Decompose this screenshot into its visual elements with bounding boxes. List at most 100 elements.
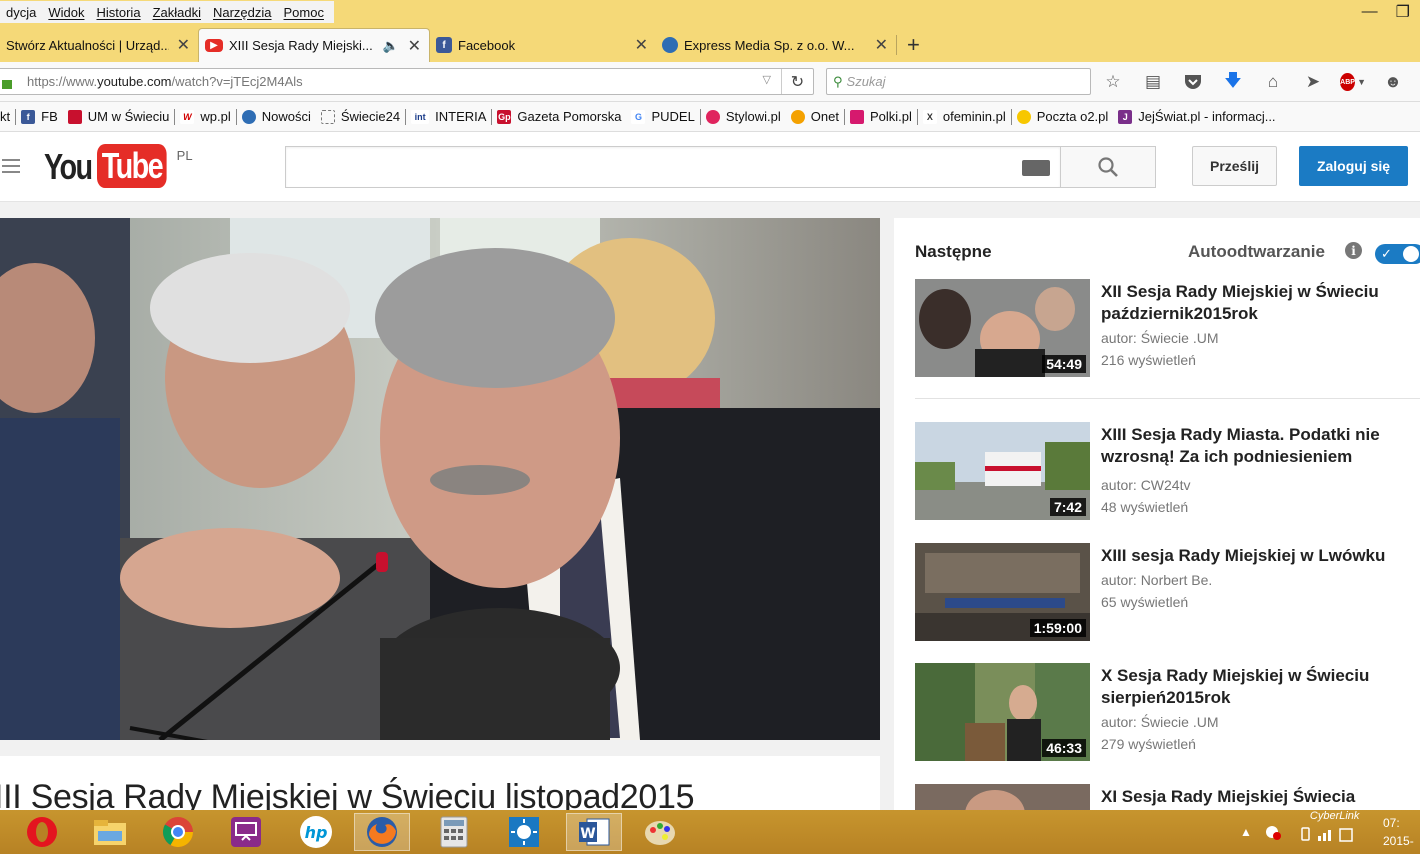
adblock-icon[interactable]: ABP ▼ — [1340, 70, 1366, 94]
bookmark-gazeta-pomorska[interactable]: Gp Gazeta Pomorska — [492, 109, 626, 124]
menu-icon[interactable] — [2, 159, 20, 177]
bookmark-interia[interactable]: int INTERIA — [406, 109, 491, 124]
video-thumbnail[interactable] — [915, 784, 1090, 810]
menu-help[interactable]: Pomoc — [278, 5, 330, 20]
tab-youtube-video[interactable]: ▶ XIII Sesja Rady Miejski... 🔈 ✕ — [198, 28, 430, 62]
bookmark-fb[interactable]: f FB — [16, 109, 63, 124]
youtube-search-input[interactable] — [285, 146, 1061, 188]
send-icon[interactable]: ➤ — [1300, 70, 1326, 94]
upload-button[interactable]: Prześlij — [1192, 146, 1277, 186]
bookmark-pudel[interactable]: G PUDEL — [626, 109, 699, 124]
video-title: III Sesja Rady Miejskiej w Świeciu listo… — [0, 778, 695, 810]
tab-aktualnosci[interactable]: Stwórz Aktualności | Urząd... ✕ — [0, 28, 198, 62]
calculator-icon[interactable] — [426, 813, 482, 851]
browser-search-input[interactable]: ⚲ Szukaj — [826, 68, 1091, 95]
related-video-views: 65 wyświetleń — [1101, 594, 1189, 610]
video-thumbnail[interactable]: 7:42 — [915, 422, 1090, 520]
bookmark-wp[interactable]: Wwp.pl — [175, 109, 235, 124]
search-engine-icon[interactable]: ⚲ — [833, 74, 843, 90]
video-player[interactable] — [0, 218, 880, 740]
related-video-author: autor: Świecie .UM — [1101, 714, 1219, 730]
video-thumbnail[interactable]: 54:49 — [915, 279, 1090, 377]
tab-label: Express Media Sp. z o.o. W... — [684, 37, 855, 53]
crest-icon — [67, 109, 82, 124]
bookmark-nowosci[interactable]: Nowości — [237, 109, 316, 124]
bookmark-jejswiat[interactable]: J JejŚwiat.pl - informacj... — [1113, 109, 1280, 124]
related-video-5[interactable]: XI Sesja Rady Miejskiej Świecia — [915, 784, 1420, 810]
weather-icon[interactable] — [496, 813, 552, 851]
autoplay-toggle[interactable]: ✓ — [1375, 244, 1420, 264]
related-video-1[interactable]: 54:49 XII Sesja Rady Miejskiej w Świeciu… — [915, 279, 1420, 379]
minimize-icon[interactable]: — — [1362, 3, 1378, 21]
sign-in-button[interactable]: Zaloguj się — [1299, 146, 1408, 186]
chevron-up-icon[interactable]: ▲ — [1240, 825, 1252, 839]
search-button[interactable] — [1060, 146, 1156, 188]
pocket-icon[interactable] — [1180, 70, 1206, 94]
close-icon[interactable]: ✕ — [867, 35, 888, 55]
new-tab-button[interactable]: + — [897, 28, 930, 62]
url-text[interactable]: https://www.youtube.com/watch?v=jTEcj2M4… — [27, 74, 303, 89]
menu-view[interactable]: Widok — [42, 5, 90, 20]
balloon-icon — [1016, 109, 1031, 124]
firefox-icon[interactable] — [354, 813, 410, 851]
url-bar[interactable]: https://www.youtube.com/watch?v=jTEcj2M4… — [0, 68, 814, 95]
restore-icon[interactable]: ❐ — [1396, 2, 1410, 22]
chat-icon[interactable]: ☻ — [1380, 70, 1406, 94]
related-video-4[interactable]: 46:33 X Sesja Rady Miejskiej w Świeciu s… — [915, 663, 1420, 763]
related-video-title[interactable]: XII Sesja Rady Miejskiej w Świeciu paźdz… — [1101, 281, 1420, 325]
related-video-title[interactable]: XIII Sesja Rady Miasta. Podatki nie wzro… — [1101, 424, 1420, 468]
tab-express-media[interactable]: Express Media Sp. z o.o. W... ✕ — [656, 28, 896, 62]
related-video-views: 216 wyświetleń — [1101, 352, 1196, 368]
paint-icon[interactable] — [632, 813, 688, 851]
speaker-icon[interactable]: 🔈 — [383, 38, 399, 54]
close-icon[interactable]: ✕ — [400, 36, 421, 56]
video-thumbnail[interactable]: 46:33 — [915, 663, 1090, 761]
opera-icon[interactable] — [14, 813, 70, 851]
related-video-3[interactable]: 1:59:00 XIII sesja Rady Miejskiej w Lwów… — [915, 543, 1420, 643]
cyberlink-tray[interactable]: CyberLink — [1294, 810, 1364, 854]
word-icon[interactable]: W — [566, 813, 622, 851]
youtube-logo[interactable]: You Tube PL — [44, 144, 193, 190]
info-icon[interactable]: i — [1345, 242, 1362, 259]
menu-history[interactable]: Historia — [90, 5, 146, 20]
bookmark-onet[interactable]: Onet — [786, 109, 844, 124]
bookmark-polki[interactable]: Polki.pl — [845, 109, 917, 124]
keyboard-icon[interactable] — [1022, 160, 1050, 176]
tab-label: Facebook — [458, 37, 516, 53]
related-video-2[interactable]: 7:42 XIII Sesja Rady Miasta. Podatki nie… — [915, 422, 1420, 522]
facebook-icon: f — [436, 37, 452, 53]
chrome-icon[interactable] — [150, 813, 206, 851]
menu-edit[interactable]: dycja — [0, 5, 42, 20]
video-thumbnail[interactable]: 1:59:00 — [915, 543, 1090, 641]
video-duration: 1:59:00 — [1029, 619, 1086, 637]
clock[interactable]: 07: 2015- — [1383, 814, 1414, 850]
hp-icon[interactable]: hp — [288, 813, 344, 851]
close-icon[interactable]: ✕ — [169, 35, 190, 55]
chevron-down-icon[interactable]: ▽ — [763, 73, 771, 86]
bookmark-ofeminin[interactable]: Xofeminin.pl — [918, 109, 1011, 124]
bookmark-um-swiecie[interactable]: UM w Świeciu — [63, 109, 175, 124]
tab-facebook[interactable]: f Facebook ✕ — [430, 28, 656, 62]
menu-bookmarks[interactable]: Zakładki — [147, 5, 207, 20]
star-bookmark-icon[interactable]: ☆ — [1100, 70, 1126, 94]
checkmark-icon: ✓ — [1381, 246, 1392, 261]
download-icon[interactable]: 🡇 — [1220, 70, 1246, 94]
reading-list-icon[interactable]: ▤ — [1140, 70, 1166, 94]
related-video-title[interactable]: X Sesja Rady Miejskiej w Świeciu sierpie… — [1101, 665, 1420, 709]
related-video-views: 279 wyświetleń — [1101, 736, 1196, 752]
security-icon[interactable] — [1264, 823, 1282, 841]
up-next-heading: Następne — [915, 242, 992, 261]
bookmark-poczta-o2[interactable]: Poczta o2.pl — [1012, 109, 1114, 124]
home-icon[interactable]: ⌂ — [1260, 70, 1286, 94]
navigation-bar: https://www.youtube.com/watch?v=jTEcj2M4… — [0, 62, 1420, 102]
presentation-icon[interactable] — [218, 813, 274, 851]
related-video-title[interactable]: XI Sesja Rady Miejskiej Świecia — [1101, 786, 1420, 808]
bookmark-kt[interactable]: kt — [0, 109, 15, 124]
bookmark-stylowi[interactable]: Stylowi.pl — [701, 109, 786, 124]
reload-icon[interactable]: ↻ — [781, 69, 813, 94]
related-video-title[interactable]: XIII sesja Rady Miejskiej w Lwówku — [1101, 545, 1420, 567]
menu-tools[interactable]: Narzędzia — [207, 5, 278, 20]
close-icon[interactable]: ✕ — [627, 35, 648, 55]
bookmark-swiecie24[interactable]: Świecie24 — [316, 109, 405, 124]
file-explorer-icon[interactable] — [82, 813, 138, 851]
